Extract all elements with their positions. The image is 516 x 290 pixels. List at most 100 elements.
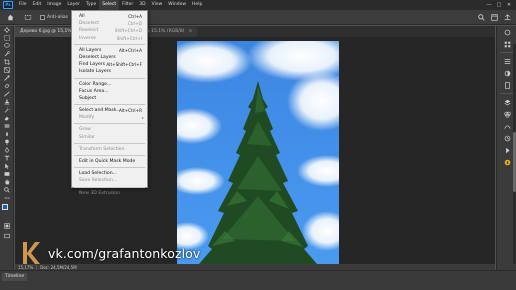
zoom-tool-icon[interactable] [0, 186, 14, 194]
menu-item-shortcut: Alt+Ctrl+R [118, 108, 142, 114]
menu-item-label: Deselect Layers [79, 54, 116, 60]
foreground-color-swatch[interactable] [2, 204, 8, 210]
menu-separator [74, 123, 145, 125]
menu-item-label: All Layers [79, 47, 102, 53]
anti-alias-checkbox[interactable] [40, 14, 45, 20]
menu-window[interactable]: Window [165, 0, 189, 10]
menu-item-modify: Modify ▸ [72, 114, 147, 121]
menu-item-label: Deselect [79, 21, 100, 27]
frame-tool-icon[interactable] [0, 66, 14, 74]
tools-panel [0, 26, 14, 270]
close-icon[interactable]: × [188, 29, 192, 34]
share-icon[interactable] [503, 13, 512, 22]
select-menu-dropdown: All Ctrl+A Deselect Ctrl+D Reselect Shift+Ctr… [71, 10, 148, 196]
menu-item-all-layers[interactable]: All Layers Alt+Ctrl+A [72, 47, 147, 54]
brush-tool-icon[interactable] [0, 90, 14, 98]
menu-item-deselect-layers[interactable]: Deselect Layers [72, 54, 147, 61]
right-panel-strip [496, 26, 516, 270]
menu-type[interactable]: Type [83, 0, 99, 10]
close-button[interactable]: ✕ [504, 0, 514, 10]
clone-stamp-tool-icon[interactable] [0, 98, 14, 106]
menu-item-label: All [79, 14, 85, 19]
menu-item-shortcut: Shift+Ctrl+D [114, 28, 142, 34]
tab-timeline[interactable]: Timeline [2, 273, 28, 281]
menu-item-label: Find Layers [79, 62, 106, 68]
menu-item-label: Color Range... [79, 81, 112, 87]
menu-item-label: Load Selection... [79, 171, 118, 177]
menu-layer[interactable]: Layer [64, 0, 83, 10]
panel-divider [500, 52, 514, 53]
blur-tool-icon[interactable] [0, 130, 14, 138]
screen-mode-icon[interactable] [0, 232, 14, 240]
window-controls: — □ ✕ [484, 0, 514, 10]
menu-item-label: Isolate Layers [79, 69, 111, 75]
eyedropper-tool-icon[interactable] [0, 74, 14, 82]
menu-item-label: Inverse [79, 35, 96, 41]
bottom-panel: Timeline [0, 270, 516, 290]
maximize-button[interactable]: □ [494, 0, 504, 10]
menu-item-transform-selection: Transform Selection [72, 146, 147, 153]
dodge-tool-icon[interactable] [0, 138, 14, 146]
marquee-tool-icon[interactable] [0, 34, 14, 42]
menu-item-label: Transform Selection [79, 146, 125, 152]
menu-item-subject[interactable]: Subject [72, 95, 147, 102]
quick-select-tool-icon[interactable] [0, 50, 14, 58]
menu-view[interactable]: View [149, 0, 166, 10]
watermark-text: vk.com/grafantonkozlov [48, 245, 201, 261]
lasso-tool-icon[interactable] [0, 42, 14, 50]
menu-item-focus-area[interactable]: Focus Area... [72, 88, 147, 95]
rectangle-tool-icon[interactable] [0, 170, 14, 178]
document-image[interactable] [177, 41, 339, 264]
crop-tool-icon[interactable] [0, 58, 14, 66]
menu-separator [74, 186, 145, 188]
anti-alias-label: Anti-alias [47, 14, 68, 20]
eraser-tool-icon[interactable] [0, 114, 14, 122]
menu-item-find-layers[interactable]: Find Layers Alt+Shift+Ctrl+F [72, 61, 147, 68]
menu-item-shortcut: Ctrl+A [128, 14, 142, 19]
more-tools-icon[interactable] [0, 194, 14, 202]
gradient-tool-icon[interactable] [0, 122, 14, 130]
menu-separator [74, 104, 145, 106]
healing-brush-tool-icon[interactable] [0, 82, 14, 90]
search-icon[interactable] [477, 13, 486, 22]
quick-mask-icon[interactable] [0, 222, 14, 230]
move-tool-icon[interactable] [0, 26, 14, 34]
menu-bar: Ps File Edit Image Layer Type Select Filter 3D V… [0, 0, 516, 10]
history-brush-tool-icon[interactable] [0, 106, 14, 114]
menu-item-all[interactable]: All Ctrl+A [72, 13, 147, 20]
menu-item-load-selection[interactable]: Load Selection... [72, 170, 147, 177]
minimize-button[interactable]: — [484, 0, 494, 10]
menu-item-inverse: Inverse Shift+Ctrl+I [72, 35, 147, 42]
path-selection-tool-icon[interactable] [0, 162, 14, 170]
options-right-icons [477, 13, 512, 22]
home-icon[interactable] [4, 12, 16, 22]
menu-item-grow: Grow [72, 126, 147, 133]
menu-select[interactable]: Select [99, 0, 120, 10]
pen-tool-icon[interactable] [0, 146, 14, 154]
menu-item-isolate-layers[interactable]: Isolate Layers [72, 68, 147, 75]
marquee-tool-icon[interactable] [22, 12, 34, 22]
workspace-icon[interactable] [490, 13, 499, 22]
menu-filter[interactable]: Filter [119, 0, 136, 10]
type-tool-icon[interactable] [0, 154, 14, 162]
menu-help[interactable]: Help [189, 0, 205, 10]
menu-item-label: Subject [79, 95, 97, 101]
menu-item-label: Select and Mask... [79, 108, 121, 114]
menu-item-edit-in-quick-mask-mode[interactable]: Edit in Quick Mask Mode [72, 158, 147, 165]
menu-separator [74, 43, 145, 45]
menu-item-select-and-mask[interactable]: Select and Mask... Alt+Ctrl+R [72, 107, 147, 114]
hand-tool-icon[interactable] [0, 178, 14, 186]
menu-file[interactable]: File [16, 0, 30, 10]
color-panel-icon[interactable] [497, 26, 516, 38]
menu-image[interactable]: Image [44, 0, 64, 10]
menu-item-label: Reselect [79, 28, 99, 34]
menu-edit[interactable]: Edit [30, 0, 45, 10]
menu-item-label: Modify [79, 115, 95, 121]
menu-separator [74, 167, 145, 169]
menu-3d[interactable]: 3D [136, 0, 148, 10]
menu-item-label: Similar [79, 134, 95, 140]
menu-item-color-range[interactable]: Color Range... [72, 81, 147, 88]
menu-item-shortcut: Alt+Shift+Ctrl+F [106, 62, 142, 68]
menu-separator [74, 155, 145, 156]
menu-item-label: New 3D Extrusion [79, 190, 121, 196]
